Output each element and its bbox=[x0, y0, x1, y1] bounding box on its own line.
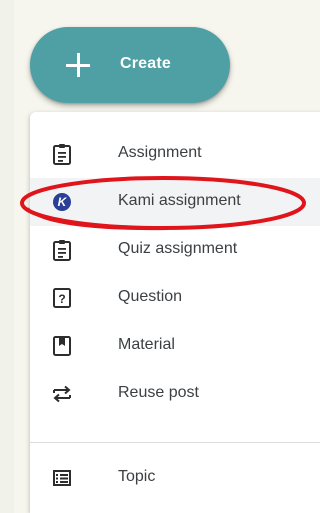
svg-text:?: ? bbox=[58, 292, 65, 306]
menu-item-label: Material bbox=[118, 336, 175, 353]
menu-item-reuse-post[interactable]: Reuse post bbox=[30, 370, 320, 418]
menu-item-label: Question bbox=[118, 288, 183, 305]
menu-item-question[interactable]: ? Question bbox=[30, 274, 320, 322]
menu-item-label: Reuse post bbox=[118, 384, 199, 401]
create-menu: Assignment K Kami assignment Quiz assign… bbox=[30, 112, 320, 513]
assignment-icon bbox=[50, 142, 74, 166]
menu-item-topic[interactable]: Topic bbox=[30, 454, 320, 502]
material-icon bbox=[50, 334, 74, 358]
question-icon: ? bbox=[50, 286, 74, 310]
reuse-post-icon bbox=[50, 382, 74, 406]
quiz-assignment-icon bbox=[50, 238, 74, 262]
left-strip bbox=[0, 0, 14, 513]
menu-item-label: Quiz assignment bbox=[118, 240, 238, 257]
kami-icon: K bbox=[50, 190, 74, 214]
menu-divider bbox=[30, 442, 320, 443]
menu-item-kami-assignment[interactable]: K Kami assignment bbox=[30, 178, 320, 226]
create-button[interactable]: Create bbox=[30, 27, 230, 103]
menu-item-quiz-assignment[interactable]: Quiz assignment bbox=[30, 226, 320, 274]
menu-item-label: Kami assignment bbox=[118, 192, 241, 209]
menu-item-assignment[interactable]: Assignment bbox=[30, 130, 320, 178]
menu-item-label: Assignment bbox=[118, 144, 202, 161]
create-button-label: Create bbox=[120, 55, 172, 72]
topic-icon bbox=[50, 466, 74, 490]
plus-icon bbox=[66, 53, 90, 77]
stage: Create Assignment K Kami assignment Quiz… bbox=[0, 0, 320, 513]
menu-item-label: Topic bbox=[118, 468, 156, 485]
menu-item-material[interactable]: Material bbox=[30, 322, 320, 370]
